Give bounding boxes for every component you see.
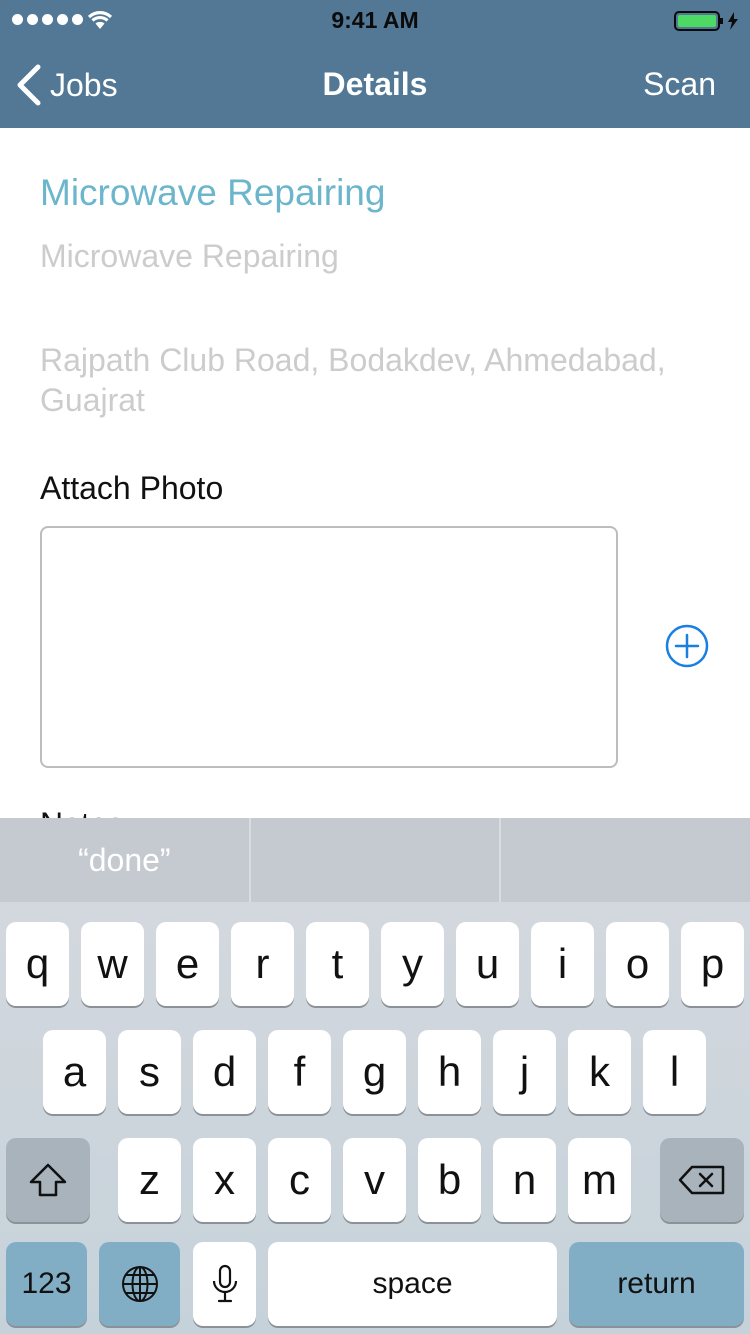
key-a[interactable]: a [43, 1030, 106, 1114]
key-c[interactable]: c [268, 1138, 331, 1222]
key-q[interactable]: q [6, 922, 69, 1006]
job-title: Microwave Repairing [40, 172, 386, 213]
dictation-key[interactable] [193, 1242, 256, 1326]
navigation-bar: 9:41 AM Jobs Details Scan [0, 0, 750, 128]
numbers-key[interactable]: 123 [6, 1242, 87, 1326]
key-y[interactable]: y [381, 922, 444, 1006]
job-subtitle: Microwave Repairing [40, 238, 339, 274]
status-bar: 9:41 AM [0, 0, 750, 40]
backspace-icon [678, 1165, 725, 1195]
status-time: 9:41 AM [331, 7, 419, 33]
key-i[interactable]: i [531, 922, 594, 1006]
key-p[interactable]: p [681, 922, 744, 1006]
delete-key[interactable] [660, 1138, 744, 1222]
job-details-content: Microwave Repairing Microwave Repairing … [0, 128, 750, 818]
key-s[interactable]: s [118, 1030, 181, 1114]
page-title: Details [322, 66, 428, 102]
shift-key[interactable] [6, 1138, 90, 1222]
job-address: Rajpath Club Road, Bodakdev, Ahmedabad, … [40, 342, 666, 418]
key-n[interactable]: n [493, 1138, 556, 1222]
prediction-suggestion[interactable] [248, 818, 500, 902]
key-h[interactable]: h [418, 1030, 481, 1114]
globe-key[interactable] [99, 1242, 180, 1326]
prediction-suggestion[interactable]: “done” [0, 818, 249, 902]
key-v[interactable]: v [343, 1138, 406, 1222]
key-r[interactable]: r [231, 922, 294, 1006]
photo-preview-box[interactable] [40, 526, 618, 768]
notes-label: Notes [40, 806, 124, 818]
key-d[interactable]: d [193, 1030, 256, 1114]
key-j[interactable]: j [493, 1030, 556, 1114]
key-m[interactable]: m [568, 1138, 631, 1222]
key-g[interactable]: g [343, 1030, 406, 1114]
globe-icon [121, 1266, 158, 1302]
key-w[interactable]: w [81, 922, 144, 1006]
key-b[interactable]: b [418, 1138, 481, 1222]
keyboard: q w e r t y u i o p a s d f g h j k l z … [0, 902, 750, 1334]
return-key[interactable]: return [569, 1242, 744, 1326]
key-e[interactable]: e [156, 922, 219, 1006]
space-key[interactable]: space [268, 1242, 557, 1326]
prediction-suggestion[interactable] [499, 818, 750, 902]
key-o[interactable]: o [606, 922, 669, 1006]
microphone-icon [212, 1264, 237, 1303]
battery-icon [674, 11, 738, 31]
predictive-text-bar: “done” [0, 818, 750, 902]
attach-photo-label: Attach Photo [40, 470, 224, 506]
scan-button[interactable]: Scan [643, 66, 716, 103]
key-k[interactable]: k [568, 1030, 631, 1114]
shift-arrow-icon [29, 1163, 67, 1197]
key-u[interactable]: u [456, 922, 519, 1006]
key-l[interactable]: l [643, 1030, 706, 1114]
key-x[interactable]: x [193, 1138, 256, 1222]
key-t[interactable]: t [306, 922, 369, 1006]
key-f[interactable]: f [268, 1030, 331, 1114]
plus-circle-icon[interactable] [665, 624, 709, 668]
key-z[interactable]: z [118, 1138, 181, 1222]
